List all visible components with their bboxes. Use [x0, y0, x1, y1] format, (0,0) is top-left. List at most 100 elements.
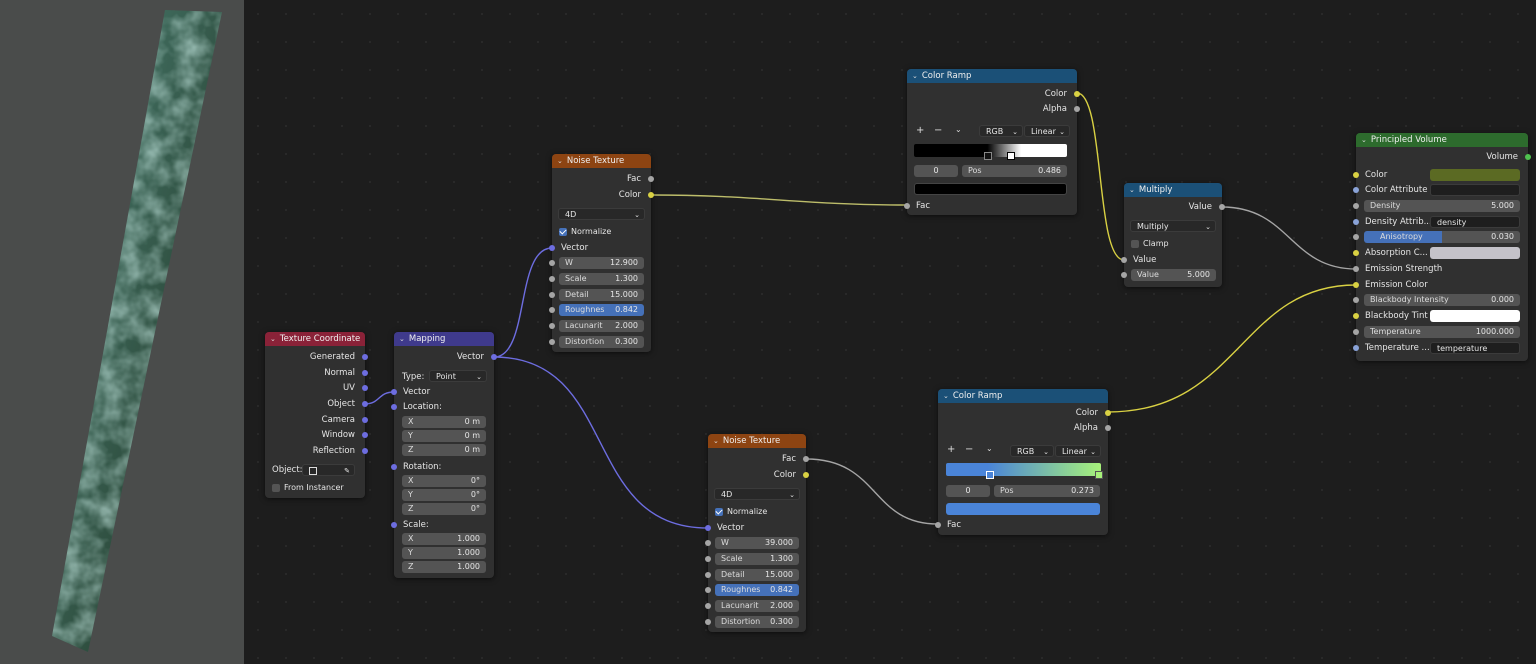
socket-icon[interactable] — [391, 464, 397, 470]
socket-icon[interactable] — [1525, 154, 1531, 160]
socket-icon[interactable] — [491, 354, 497, 360]
socket-icon[interactable] — [1353, 313, 1359, 319]
object-picker[interactable]: ✎ — [302, 464, 355, 476]
socket-icon[interactable] — [391, 522, 397, 528]
socket-icon[interactable] — [391, 404, 397, 410]
principled-volume-node[interactable]: ⌄ Principled Volume Volume Color Color At… — [1353, 133, 1531, 361]
scale-z-field[interactable]: Z 1.000 — [402, 561, 486, 573]
chevron-down-icon[interactable]: ⌄ — [955, 125, 962, 134]
clamp-checkbox[interactable]: Clamp — [1131, 239, 1169, 248]
node-header[interactable]: ⌄ Color Ramp — [938, 389, 1108, 403]
socket-icon[interactable] — [1105, 425, 1111, 431]
socket-icon[interactable] — [935, 522, 941, 528]
eyedropper-icon[interactable]: ✎ — [344, 465, 350, 477]
location-z-field[interactable]: Z0 m — [402, 444, 486, 456]
add-stop-icon[interactable]: + — [916, 125, 924, 136]
absorption-color-swatch[interactable] — [1430, 247, 1520, 259]
chevron-down-icon[interactable]: ⌄ — [270, 335, 276, 343]
socket-icon[interactable] — [1219, 204, 1225, 210]
socket-icon[interactable] — [362, 370, 368, 376]
socket-icon[interactable] — [1353, 187, 1359, 193]
stop-index-field[interactable]: 0 — [946, 485, 990, 497]
temperature-field[interactable]: Temperature 1000.000 — [1353, 326, 1520, 338]
anisotropy-field[interactable]: Anisotropy 0.030 — [1353, 231, 1520, 243]
stop-color-swatch[interactable] — [914, 183, 1067, 195]
stop-index-field[interactable]: 0 — [914, 165, 958, 177]
temperature-attribute-field[interactable]: temperature — [1430, 342, 1520, 354]
lacunarity-field[interactable]: Lacunarit 2.000 — [705, 600, 799, 612]
node-header[interactable]: ⌄ Texture Coordinate — [265, 332, 365, 346]
interpolation-dropdown[interactable]: Linear ⌄ — [1024, 125, 1070, 137]
socket-icon[interactable] — [362, 448, 368, 454]
socket-icon[interactable] — [648, 192, 654, 198]
scale-field[interactable]: Scale 1.300 — [549, 273, 644, 285]
stop-position-field[interactable]: Pos 0.486 — [962, 165, 1067, 177]
socket-icon[interactable] — [1353, 250, 1359, 256]
scale-x-field[interactable]: X 1.000 — [402, 533, 486, 545]
chevron-down-icon[interactable]: ⌄ — [912, 72, 918, 80]
socket-icon[interactable] — [648, 176, 654, 182]
mapping-node[interactable]: ⌄ Mapping Vector Type: Point ⌄ Vector Loca… — [391, 332, 497, 578]
from-instancer-checkbox[interactable]: From Instancer — [272, 483, 344, 492]
add-stop-icon[interactable]: + — [947, 444, 955, 455]
color-stop-handle-active[interactable] — [1007, 152, 1015, 160]
socket-icon[interactable] — [362, 385, 368, 391]
stop-color-swatch[interactable] — [946, 503, 1100, 515]
socket-icon[interactable] — [1353, 219, 1359, 225]
socket-icon[interactable] — [705, 525, 711, 531]
detail-field[interactable]: Detail 15.000 — [549, 289, 644, 301]
socket-icon[interactable] — [362, 432, 368, 438]
roughness-field[interactable]: Roughnes 0.842 — [705, 584, 799, 596]
socket-icon[interactable] — [1353, 266, 1359, 272]
socket-icon[interactable] — [549, 245, 555, 251]
dimensions-dropdown[interactable]: 4D ⌄ — [558, 208, 645, 220]
location-y-field[interactable]: Y0 m — [402, 430, 486, 442]
blackbody-intensity-field[interactable]: Blackbody Intensity 0.000 — [1353, 294, 1520, 306]
texture-coordinate-node[interactable]: ⌄ Texture Coordinate Generated Normal UV … — [265, 332, 368, 498]
density-field[interactable]: Density 5.000 — [1353, 200, 1520, 212]
socket-icon[interactable] — [1074, 91, 1080, 97]
socket-icon[interactable] — [1353, 345, 1359, 351]
node-header[interactable]: ⌄ Mapping — [394, 332, 494, 346]
socket-icon[interactable] — [803, 472, 809, 478]
color-mode-dropdown[interactable]: RGB ⌄ — [1010, 445, 1054, 457]
rotation-z-field[interactable]: Z 0° — [402, 503, 486, 515]
density-attribute-field[interactable]: density — [1430, 216, 1520, 228]
color-attribute-field[interactable] — [1430, 184, 1520, 196]
node-header[interactable]: ⌄ Principled Volume — [1356, 133, 1528, 147]
color-stop-handle-active[interactable] — [986, 471, 994, 479]
socket-icon[interactable] — [362, 417, 368, 423]
chevron-down-icon[interactable]: ⌄ — [986, 444, 993, 453]
socket-icon[interactable] — [1353, 172, 1359, 178]
socket-icon[interactable] — [1105, 410, 1111, 416]
multiply-node[interactable]: ⌄ Multiply Value Multiply ⌄ Clamp Value Va… — [1121, 183, 1225, 287]
chevron-down-icon[interactable]: ⌄ — [557, 157, 563, 165]
color-mode-dropdown[interactable]: RGB ⌄ — [979, 125, 1023, 137]
detail-field[interactable]: Detail 15.000 — [705, 569, 799, 581]
node-header[interactable]: ⌄ Noise Texture — [708, 434, 806, 448]
chevron-down-icon[interactable]: ⌄ — [399, 335, 405, 343]
socket-icon[interactable] — [1353, 282, 1359, 288]
node-header[interactable]: ⌄ Noise Texture — [552, 154, 651, 168]
remove-stop-icon[interactable]: − — [965, 444, 973, 455]
socket-icon[interactable] — [803, 456, 809, 462]
color-stop-handle[interactable] — [984, 152, 992, 160]
remove-stop-icon[interactable]: − — [934, 125, 942, 136]
noise-texture-node-1[interactable]: ⌄ Noise Texture Fac Color 4D ⌄ Normalize V… — [549, 154, 654, 352]
normalize-checkbox[interactable]: Normalize — [715, 507, 767, 516]
noise-texture-node-2[interactable]: ⌄ Noise Texture Fac Color 4D ⌄ Normalize V… — [705, 434, 809, 632]
chevron-down-icon[interactable]: ⌄ — [1129, 186, 1135, 194]
socket-icon[interactable] — [391, 389, 397, 395]
color-stop-handle[interactable] — [1095, 471, 1103, 479]
interpolation-dropdown[interactable]: Linear ⌄ — [1055, 445, 1101, 457]
distortion-field[interactable]: Distortion 0.300 — [549, 336, 644, 348]
rotation-y-field[interactable]: Y 0° — [402, 489, 486, 501]
type-dropdown[interactable]: Point ⌄ — [429, 370, 487, 382]
color-swatch[interactable] — [1430, 169, 1520, 181]
socket-icon[interactable] — [362, 354, 368, 360]
dimensions-dropdown[interactable]: 4D ⌄ — [714, 488, 800, 500]
3d-viewport[interactable] — [0, 0, 244, 664]
socket-icon[interactable] — [362, 401, 368, 407]
w-field[interactable]: W 39.000 — [705, 537, 799, 549]
value-field[interactable]: Value 5.000 — [1121, 269, 1216, 281]
